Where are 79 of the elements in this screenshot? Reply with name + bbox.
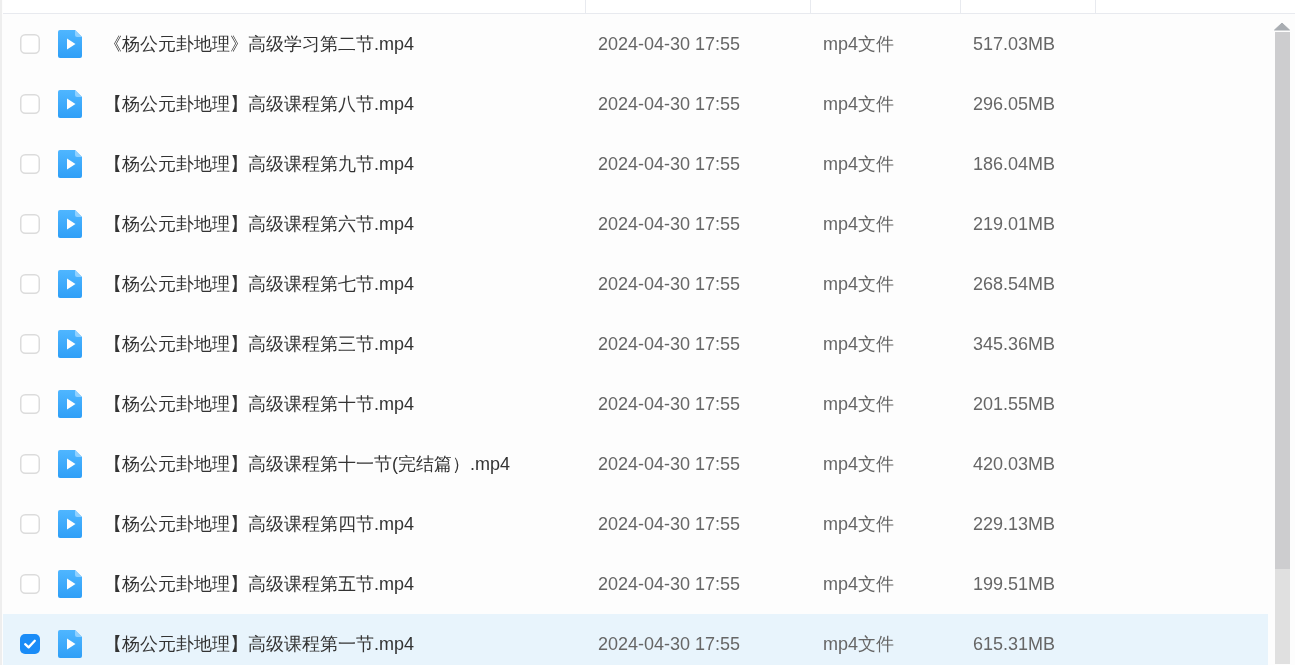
modified-date: 2024-04-30 17:55 (598, 393, 741, 415)
file-row[interactable]: 【杨公元卦地理】高级课程第十一节(完结篇）.mp4 2024-04-30 17:55 mp4文件 420.03MB (3, 434, 1268, 494)
file-type: mp4文件 (823, 633, 894, 656)
file-row[interactable]: 【杨公元卦地理】高级课程第九节.mp4 2024-04-30 17:55 mp4文件 186.04MB (3, 134, 1268, 194)
row-checkbox[interactable] (20, 274, 40, 294)
file-name[interactable]: 【杨公元卦地理】高级课程第十一节(完结篇）.mp4 (104, 452, 510, 476)
row-checkbox[interactable] (20, 154, 40, 174)
video-file-icon (58, 30, 82, 58)
file-type: mp4文件 (823, 273, 894, 296)
video-file-icon (58, 330, 82, 358)
scrollbar-thumb[interactable] (1274, 32, 1290, 569)
video-file-icon (58, 510, 82, 538)
file-type: mp4文件 (823, 513, 894, 536)
file-name[interactable]: 【杨公元卦地理】高级课程第十节.mp4 (104, 392, 415, 416)
file-name[interactable]: 【杨公元卦地理】高级课程第五节.mp4 (104, 572, 415, 596)
file-type: mp4文件 (823, 573, 894, 596)
row-checkbox[interactable] (20, 334, 40, 354)
file-row[interactable]: 【杨公元卦地理】高级课程第五节.mp4 2024-04-30 17:55 mp4文件 199.51MB (3, 554, 1268, 614)
file-size: 201.55MB (973, 393, 1056, 415)
file-size: 345.36MB (973, 333, 1056, 355)
scroll-up-arrow-icon[interactable] (1274, 22, 1290, 31)
file-row[interactable]: 【杨公元卦地理】高级课程第八节.mp4 2024-04-30 17:55 mp4文件 296.05MB (3, 74, 1268, 134)
modified-date: 2024-04-30 17:55 (598, 453, 741, 475)
file-size: 199.51MB (973, 573, 1056, 595)
video-file-icon (58, 210, 82, 238)
video-file-icon (58, 630, 82, 658)
file-name[interactable]: 【杨公元卦地理】高级课程第九节.mp4 (104, 152, 415, 176)
file-name[interactable]: 《杨公元卦地理》高级学习第二节.mp4 (104, 32, 415, 56)
file-row[interactable]: 【杨公元卦地理】高级课程第四节.mp4 2024-04-30 17:55 mp4文件 229.13MB (3, 494, 1268, 554)
file-type: mp4文件 (823, 33, 894, 56)
file-type: mp4文件 (823, 453, 894, 476)
file-size: 615.31MB (973, 633, 1056, 655)
row-checkbox[interactable] (20, 94, 40, 114)
file-type: mp4文件 (823, 213, 894, 236)
modified-date: 2024-04-30 17:55 (598, 213, 741, 235)
file-row[interactable]: 【杨公元卦地理】高级课程第十节.mp4 2024-04-30 17:55 mp4文件 201.55MB (3, 374, 1268, 434)
row-checkbox[interactable] (20, 34, 40, 54)
file-row[interactable]: 【杨公元卦地理】高级课程第七节.mp4 2024-04-30 17:55 mp4文件 268.54MB (3, 254, 1268, 314)
video-file-icon (58, 150, 82, 178)
row-checkbox[interactable] (20, 394, 40, 414)
row-checkbox[interactable] (20, 454, 40, 474)
row-checkbox[interactable] (20, 514, 40, 534)
file-row[interactable]: 【杨公元卦地理】高级课程第六节.mp4 2024-04-30 17:55 mp4文件 219.01MB (3, 194, 1268, 254)
file-size: 219.01MB (973, 213, 1056, 235)
file-name[interactable]: 【杨公元卦地理】高级课程第六节.mp4 (104, 212, 415, 236)
file-size: 296.05MB (973, 93, 1056, 115)
file-size: 517.03MB (973, 33, 1056, 55)
modified-date: 2024-04-30 17:55 (598, 513, 741, 535)
file-name[interactable]: 【杨公元卦地理】高级课程第七节.mp4 (104, 272, 415, 296)
file-row[interactable]: 《杨公元卦地理》高级学习第二节.mp4 2024-04-30 17:55 mp4文件 517.03MB (3, 14, 1268, 74)
file-type: mp4文件 (823, 393, 894, 416)
modified-date: 2024-04-30 17:55 (598, 333, 741, 355)
row-checkbox[interactable] (20, 574, 40, 594)
video-file-icon (58, 90, 82, 118)
modified-date: 2024-04-30 17:55 (598, 633, 741, 655)
video-file-icon (58, 570, 82, 598)
modified-date: 2024-04-30 17:55 (598, 273, 741, 295)
file-name[interactable]: 【杨公元卦地理】高级课程第八节.mp4 (104, 92, 415, 116)
video-file-icon (58, 390, 82, 418)
file-size: 186.04MB (973, 153, 1056, 175)
modified-date: 2024-04-30 17:55 (598, 33, 741, 55)
modified-date: 2024-04-30 17:55 (598, 93, 741, 115)
file-name[interactable]: 【杨公元卦地理】高级课程第三节.mp4 (104, 332, 415, 356)
file-size: 268.54MB (973, 273, 1056, 295)
file-name[interactable]: 【杨公元卦地理】高级课程第四节.mp4 (104, 512, 415, 536)
file-size: 229.13MB (973, 513, 1056, 535)
file-type: mp4文件 (823, 93, 894, 116)
file-type: mp4文件 (823, 153, 894, 176)
file-type: mp4文件 (823, 333, 894, 356)
row-checkbox[interactable] (20, 214, 40, 234)
file-size: 420.03MB (973, 453, 1056, 475)
modified-date: 2024-04-30 17:55 (598, 153, 741, 175)
file-name[interactable]: 【杨公元卦地理】高级课程第一节.mp4 (104, 632, 415, 656)
file-row[interactable]: 【杨公元卦地理】高级课程第三节.mp4 2024-04-30 17:55 mp4文件 345.36MB (3, 314, 1268, 374)
file-row[interactable]: 【杨公元卦地理】高级课程第一节.mp4 2024-04-30 17:55 mp4文件 615.31MB (3, 614, 1268, 665)
video-file-icon (58, 270, 82, 298)
video-file-icon (58, 450, 82, 478)
modified-date: 2024-04-30 17:55 (598, 573, 741, 595)
row-checkbox[interactable] (20, 634, 40, 654)
